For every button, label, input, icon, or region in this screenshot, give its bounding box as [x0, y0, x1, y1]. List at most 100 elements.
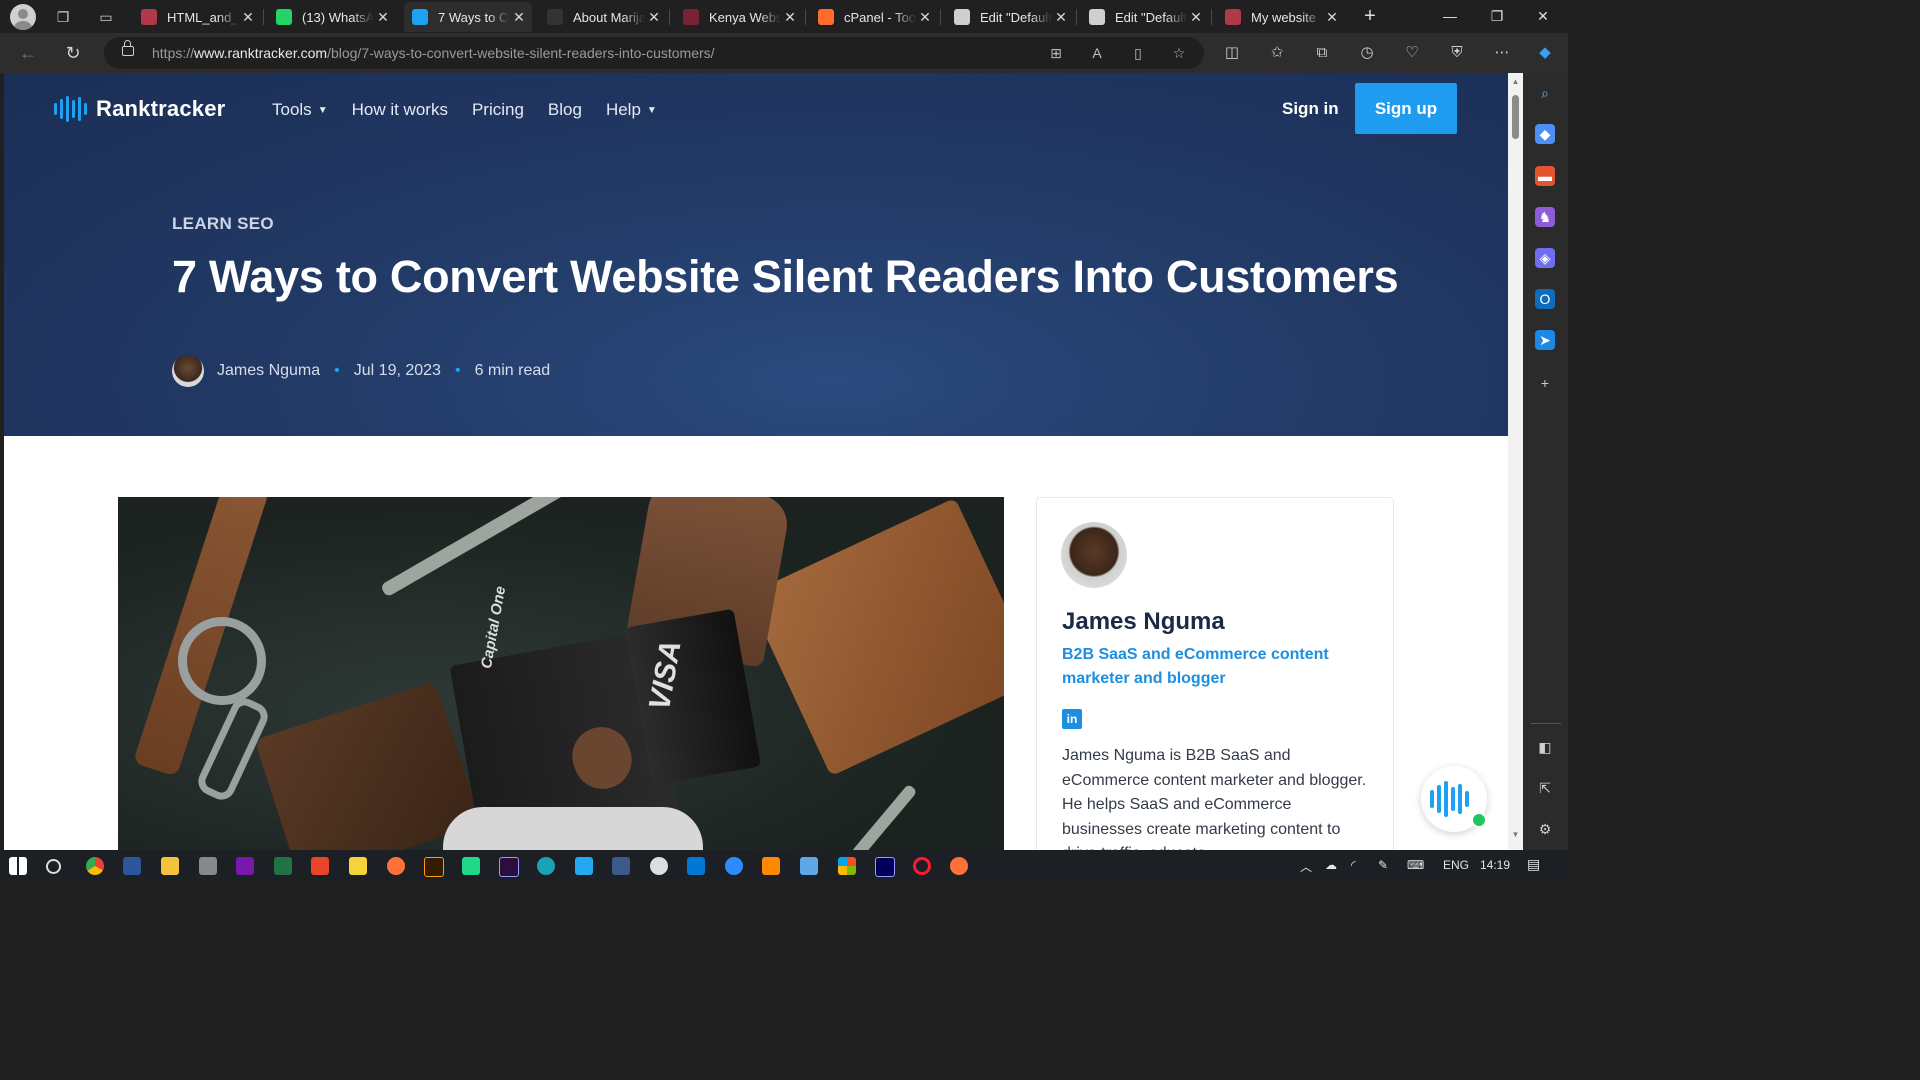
vlc-icon[interactable]: [762, 857, 780, 875]
maximize-button[interactable]: ❐: [1474, 0, 1520, 33]
wifi-icon[interactable]: ◜: [1351, 858, 1356, 872]
shopping-tag-icon[interactable]: ◆: [1535, 124, 1555, 144]
browser-essentials-icon[interactable]: ⛨: [1446, 42, 1468, 64]
excel-icon[interactable]: [274, 857, 292, 875]
chrome-icon[interactable]: [86, 857, 104, 875]
nav-tools[interactable]: Tools ▼: [272, 100, 328, 120]
firefox-icon[interactable]: [950, 857, 968, 875]
lock-icon[interactable]: [122, 40, 134, 56]
author-card-name[interactable]: James Nguma: [1062, 608, 1225, 636]
store-icon[interactable]: [687, 857, 705, 875]
article-category[interactable]: LEARN SEO: [172, 214, 274, 234]
obs-icon[interactable]: [650, 857, 668, 875]
sign-up-button[interactable]: Sign up: [1355, 83, 1457, 134]
onenote-icon[interactable]: [236, 857, 254, 875]
more-menu-icon[interactable]: ⋯: [1491, 42, 1513, 64]
immersive-reader-icon[interactable]: ▯: [1128, 43, 1148, 63]
refresh-icon[interactable]: ↻: [62, 42, 84, 64]
word-icon[interactable]: [123, 857, 141, 875]
history-icon[interactable]: ◷: [1356, 42, 1378, 64]
url-text[interactable]: https://www.ranktracker.com/blog/7-ways-…: [152, 45, 715, 61]
author-avatar[interactable]: [172, 355, 204, 387]
app-icon[interactable]: [612, 857, 630, 875]
settings-gear-icon[interactable]: ⚙: [1535, 819, 1555, 839]
close-window-button[interactable]: ✕: [1520, 0, 1566, 33]
close-tab-icon[interactable]: ✕: [916, 9, 934, 26]
copilot-icon[interactable]: ◆: [1534, 42, 1556, 64]
scroll-down-arrow-icon[interactable]: ▼: [1511, 830, 1520, 839]
clock[interactable]: 14:19: [1480, 858, 1510, 872]
close-tab-icon[interactable]: ✕: [510, 9, 528, 26]
language-indicator[interactable]: ENG: [1443, 858, 1469, 872]
close-tab-icon[interactable]: ✕: [1052, 9, 1070, 26]
browser-tab[interactable]: About Marija ✕: [539, 2, 667, 32]
pycharm-icon[interactable]: [462, 857, 480, 875]
browser-tab[interactable]: cPanel - Tool ✕: [810, 2, 938, 32]
office-icon[interactable]: [311, 857, 329, 875]
after-effects-icon[interactable]: [875, 857, 895, 877]
address-bar[interactable]: https://www.ranktracker.com/blog/7-ways-…: [104, 37, 1204, 69]
performance-icon[interactable]: ♡: [1401, 42, 1423, 64]
edge-icon[interactable]: [537, 857, 555, 875]
profile-avatar-icon[interactable]: [10, 4, 36, 30]
favorite-star-icon[interactable]: ☆: [1169, 43, 1189, 63]
browser-tab[interactable]: Kenya Websi ✕: [675, 2, 803, 32]
games-icon[interactable]: ♞: [1535, 207, 1555, 227]
scroll-up-arrow-icon[interactable]: ▲: [1511, 77, 1520, 86]
app-icon[interactable]: [199, 857, 217, 875]
hide-sidebar-icon[interactable]: ◧: [1535, 737, 1555, 757]
nav-help[interactable]: Help ▼: [606, 100, 657, 120]
outlook-icon[interactable]: O: [1535, 289, 1555, 309]
search-taskbar-icon[interactable]: [46, 859, 61, 874]
vscode-icon[interactable]: [575, 857, 593, 875]
sign-in-link[interactable]: Sign in: [1282, 99, 1339, 119]
workspaces-icon[interactable]: ❐: [53, 7, 73, 27]
premiere-icon[interactable]: [499, 857, 519, 877]
vertical-tabs-icon[interactable]: ▭: [96, 7, 116, 27]
nav-pricing[interactable]: Pricing: [472, 100, 524, 120]
open-external-icon[interactable]: ⇱: [1535, 778, 1555, 798]
microsoft-365-icon[interactable]: ◈: [1535, 248, 1555, 268]
app-available-icon[interactable]: ⊞: [1046, 43, 1066, 63]
app-icon[interactable]: [800, 857, 818, 875]
author-name[interactable]: James Nguma: [217, 362, 320, 380]
close-tab-icon[interactable]: ✕: [374, 9, 392, 26]
tools-briefcase-icon[interactable]: ▬: [1535, 166, 1555, 186]
read-aloud-icon[interactable]: A: [1087, 43, 1107, 63]
scrollbar-thumb[interactable]: [1512, 95, 1519, 139]
nav-blog[interactable]: Blog: [548, 100, 582, 120]
keyboard-icon[interactable]: ⌨: [1407, 858, 1424, 872]
drop-icon[interactable]: ➤: [1535, 330, 1555, 350]
favorites-icon[interactable]: ✩: [1266, 42, 1288, 64]
close-tab-icon[interactable]: ✕: [239, 9, 257, 26]
zoom-icon[interactable]: [725, 857, 743, 875]
close-tab-icon[interactable]: ✕: [781, 9, 799, 26]
browser-tab[interactable]: HTML_and_C✕: [133, 2, 261, 32]
split-screen-icon[interactable]: ◫: [1221, 42, 1243, 64]
author-photo[interactable]: [1061, 522, 1127, 588]
close-tab-icon[interactable]: ✕: [1323, 9, 1341, 26]
page-scrollbar[interactable]: ▲ ▼: [1508, 73, 1523, 850]
new-tab-button[interactable]: +: [1358, 4, 1382, 28]
file-explorer-icon[interactable]: [161, 857, 179, 875]
linkedin-icon[interactable]: in: [1062, 709, 1082, 729]
close-tab-icon[interactable]: ✕: [645, 9, 663, 26]
microsoft-icon[interactable]: [838, 857, 856, 875]
minimize-button[interactable]: —: [1427, 0, 1473, 33]
show-hidden-icons-icon[interactable]: ︿: [1300, 858, 1312, 875]
back-arrow-icon[interactable]: ←: [17, 42, 39, 64]
add-sidebar-item-icon[interactable]: +: [1535, 373, 1555, 393]
opera-icon[interactable]: [913, 857, 931, 875]
browser-tab[interactable]: 7 Ways to Co ✕: [404, 2, 532, 32]
chat-widget-button[interactable]: [1421, 766, 1487, 832]
browser-tab[interactable]: My website ✕: [1217, 2, 1345, 32]
onedrive-icon[interactable]: ☁: [1325, 858, 1337, 872]
collections-icon[interactable]: ⧉: [1311, 42, 1333, 64]
windows-start-icon[interactable]: [9, 857, 27, 875]
sticky-notes-icon[interactable]: [349, 857, 367, 875]
search-icon[interactable]: ⌕: [1535, 83, 1555, 103]
ranktracker-logo[interactable]: Ranktracker: [54, 96, 225, 122]
notifications-icon[interactable]: ▤: [1527, 856, 1540, 873]
nav-how-it-works[interactable]: How it works: [352, 100, 448, 120]
browser-tab[interactable]: Edit "Default ✕: [1081, 2, 1209, 32]
